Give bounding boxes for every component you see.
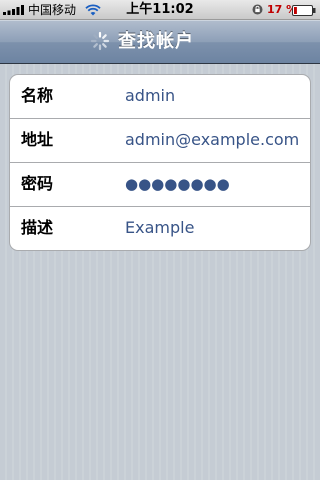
status-bar: 中国移动 上午11:02 17 % xyxy=(0,0,320,20)
description-label: 描述 xyxy=(21,218,54,237)
email-field[interactable]: admin@example.com xyxy=(125,130,299,150)
account-form: 名称 admin 地址 admin@example.com 密码 ●●●●●●●… xyxy=(9,74,311,251)
form-row-description[interactable]: 描述 Example xyxy=(10,207,310,250)
navigation-bar: 查找帐户 xyxy=(0,20,320,64)
address-label: 地址 xyxy=(21,130,54,149)
battery-icon xyxy=(292,5,316,16)
name-field[interactable]: admin xyxy=(125,86,175,106)
page-title: 查找帐户 xyxy=(118,31,194,52)
form-row-password[interactable]: 密码 ●●●●●●●● xyxy=(10,163,310,207)
form-row-address[interactable]: 地址 admin@example.com xyxy=(10,119,310,163)
form-row-name[interactable]: 名称 admin xyxy=(10,75,310,119)
activity-spinner-icon xyxy=(90,31,110,51)
name-label: 名称 xyxy=(21,86,54,105)
password-field[interactable]: ●●●●●●●● xyxy=(125,174,230,194)
description-field[interactable]: Example xyxy=(125,218,194,238)
rotation-lock-icon xyxy=(252,4,263,15)
password-label: 密码 xyxy=(21,174,54,193)
